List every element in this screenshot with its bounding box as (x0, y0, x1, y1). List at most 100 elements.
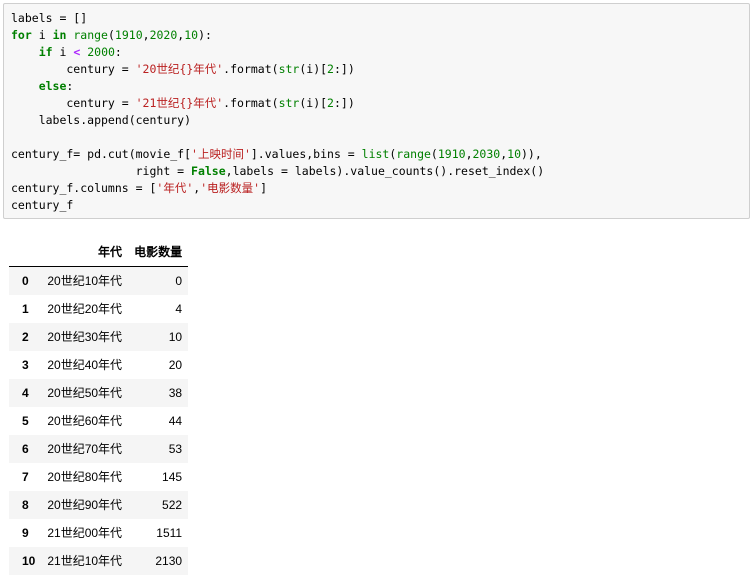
code-token: : (115, 45, 122, 59)
table-row: 520世纪60年代44 (9, 407, 188, 435)
code-token: '年代' (156, 181, 193, 195)
row-index: 0 (9, 267, 41, 296)
table-row: 820世纪90年代522 (9, 491, 188, 519)
code-token: 1910 (115, 28, 143, 42)
row-index: 8 (9, 491, 41, 519)
code-token: century_f.columns = [ (11, 181, 156, 195)
decade-cell: 20世纪30年代 (41, 323, 128, 351)
code-token: :]) (334, 62, 355, 76)
code-token: 2 (327, 96, 334, 110)
code-token: '21世纪{}年代' (136, 96, 224, 110)
count-cell: 145 (128, 463, 188, 491)
decade-cell: 21世纪10年代 (41, 547, 128, 575)
code-token: labels.append(century) (11, 113, 191, 127)
count-cell: 53 (128, 435, 188, 463)
table-row: 420世纪50年代38 (9, 379, 188, 407)
code-token: , (466, 147, 473, 161)
decade-cell: 20世纪70年代 (41, 435, 128, 463)
code-token: ] (260, 181, 267, 195)
header-row: 年代 电影数量 (9, 238, 188, 267)
code-token: 10 (507, 147, 521, 161)
code-token: : (66, 79, 73, 93)
code-token: 2020 (150, 28, 178, 42)
code-token: )), (521, 147, 542, 161)
code-token: century = (11, 62, 136, 76)
code-token: right = (11, 164, 191, 178)
count-cell: 44 (128, 407, 188, 435)
code-line: else: (11, 78, 743, 95)
code-token: century_f= pd.cut(movie_f[ (11, 147, 191, 161)
code-token: if (39, 45, 53, 59)
row-index: 4 (9, 379, 41, 407)
code-token: , (143, 28, 150, 42)
code-token: ].values,bins = (251, 147, 362, 161)
count-cell: 10 (128, 323, 188, 351)
code-line: labels = [] (11, 10, 743, 27)
decade-cell: 20世纪50年代 (41, 379, 128, 407)
code-line (11, 129, 743, 146)
dataframe-table: 年代 电影数量 020世纪10年代0120世纪20年代4220世纪30年代103… (9, 238, 188, 575)
code-line: labels.append(century) (11, 112, 743, 129)
row-index: 6 (9, 435, 41, 463)
count-cell: 522 (128, 491, 188, 519)
decade-cell: 21世纪00年代 (41, 519, 128, 547)
code-token: False (191, 164, 226, 178)
code-token: ( (108, 28, 115, 42)
table-row: 020世纪10年代0 (9, 267, 188, 296)
count-cell: 0 (128, 267, 188, 296)
code-token: (i)[ (299, 62, 327, 76)
count-cell: 2130 (128, 547, 188, 575)
column-header-count: 电影数量 (128, 238, 188, 267)
code-token: else (39, 79, 67, 93)
code-token: 2030 (473, 147, 501, 161)
code-line: century = '20世纪{}年代'.format(str(i)[2:]) (11, 61, 743, 78)
code-token: ( (431, 147, 438, 161)
decade-cell: 20世纪20年代 (41, 295, 128, 323)
code-token: (i)[ (299, 96, 327, 110)
index-header (9, 238, 41, 267)
code-token: ): (198, 28, 212, 42)
decade-cell: 20世纪10年代 (41, 267, 128, 296)
count-cell: 20 (128, 351, 188, 379)
code-token: ,labels = labels).value_counts().reset_i… (226, 164, 545, 178)
code-token: str (279, 96, 300, 110)
row-index: 7 (9, 463, 41, 491)
table-body: 020世纪10年代0120世纪20年代4220世纪30年代10320世纪40年代… (9, 267, 188, 575)
row-index: 10 (9, 547, 41, 575)
code-token: century_f (11, 198, 73, 212)
code-token: .format( (223, 96, 278, 110)
cell-output: 年代 电影数量 020世纪10年代0120世纪20年代4220世纪30年代103… (9, 238, 188, 575)
code-line: century_f.columns = ['年代','电影数量'] (11, 180, 743, 197)
code-editor[interactable]: labels = []for i in range(1910,2020,10):… (11, 10, 743, 214)
table-row: 921世纪00年代1511 (9, 519, 188, 547)
code-token (11, 79, 39, 93)
count-cell: 1511 (128, 519, 188, 547)
code-line: century_f (11, 197, 743, 214)
code-token: str (279, 62, 300, 76)
code-token: .format( (223, 62, 278, 76)
code-line: century_f= pd.cut(movie_f['上映时间'].values… (11, 146, 743, 163)
table-header: 年代 电影数量 (9, 238, 188, 267)
code-line: for i in range(1910,2020,10): (11, 27, 743, 44)
code-cell-input[interactable]: labels = []for i in range(1910,2020,10):… (3, 3, 750, 219)
table-row: 220世纪30年代10 (9, 323, 188, 351)
table-row: 620世纪70年代53 (9, 435, 188, 463)
code-token: range (396, 147, 431, 161)
code-token: i (53, 45, 74, 59)
code-token: list (362, 147, 390, 161)
row-index: 9 (9, 519, 41, 547)
row-index: 3 (9, 351, 41, 379)
code-token: 10 (184, 28, 198, 42)
decade-cell: 20世纪60年代 (41, 407, 128, 435)
code-token: for (11, 28, 32, 42)
code-token: range (73, 28, 108, 42)
code-line: century = '21世纪{}年代'.format(str(i)[2:]) (11, 95, 743, 112)
code-token: :]) (334, 96, 355, 110)
row-index: 5 (9, 407, 41, 435)
table-row: 1021世纪10年代2130 (9, 547, 188, 575)
code-token (11, 45, 39, 59)
row-index: 1 (9, 295, 41, 323)
table-row: 720世纪80年代145 (9, 463, 188, 491)
code-token: '电影数量' (200, 181, 260, 195)
code-token: 1910 (438, 147, 466, 161)
